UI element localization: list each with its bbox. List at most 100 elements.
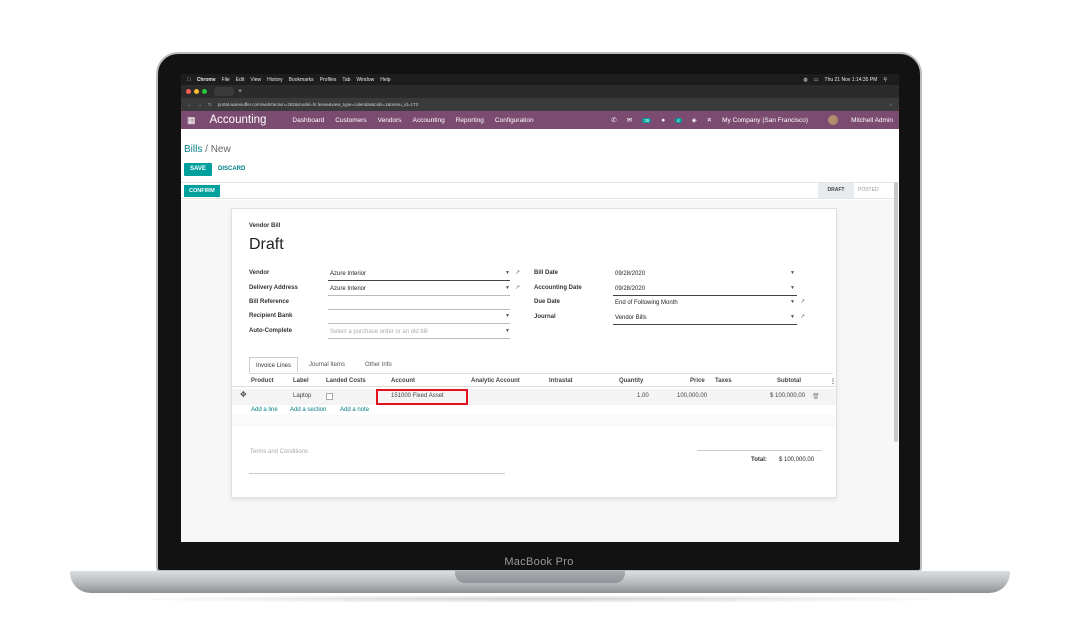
external-link-icon[interactable]: ↗ [515, 269, 520, 276]
vendor-field[interactable]: Azure Interior [330, 271, 366, 277]
menubar-item[interactable]: Chrome [197, 77, 216, 83]
scrollbar[interactable] [894, 182, 898, 442]
auto-complete-field[interactable]: Select a purchase order or an old bill [330, 329, 428, 335]
tab-invoice-lines[interactable]: Invoice Lines [249, 357, 299, 373]
table-row[interactable] [232, 389, 836, 405]
landed-costs-checkbox[interactable] [326, 393, 333, 400]
menubar-item[interactable]: Help [380, 77, 390, 83]
save-button[interactable]: SAVE [184, 163, 212, 176]
column-taxes[interactable]: Taxes [715, 378, 732, 384]
company-switcher[interactable]: My Company (San Francisco) [722, 117, 808, 124]
discard-button[interactable]: DISCARD [218, 163, 245, 176]
menubar-item[interactable]: Window [356, 77, 374, 83]
journal-field[interactable]: Vendor Bills [615, 315, 647, 321]
bill-date-field[interactable]: 09/28/2020 [615, 271, 645, 277]
confirm-button[interactable]: CONFIRM [184, 185, 220, 197]
column-price[interactable]: Price [690, 378, 705, 384]
column-quantity[interactable]: Quantity [619, 378, 643, 384]
form-type-label: Vendor Bill [249, 223, 281, 229]
external-link-icon[interactable]: ↗ [515, 284, 520, 291]
chevron-down-icon[interactable]: ▼ [505, 270, 510, 276]
recipient-bank-field[interactable] [328, 323, 510, 324]
add-section-link[interactable]: Add a section [290, 407, 326, 413]
line-quantity[interactable]: 1.00 [637, 393, 649, 399]
column-subtotal[interactable]: Subtotal [777, 378, 801, 384]
address-input[interactable]: portal.waresuffer.com/web#action=262&mod… [218, 102, 418, 107]
forward-icon[interactable]: → [198, 102, 203, 107]
line-label[interactable]: Laptop [293, 393, 311, 399]
menu-customers[interactable]: Customers [335, 117, 366, 124]
recipient-bank-label: Recipient Bank [249, 313, 293, 319]
chevron-down-icon[interactable]: ▼ [790, 285, 795, 291]
tab-other-info[interactable]: Other Info [365, 357, 392, 373]
macos-menubar:  Chrome File Edit View History Bookmark… [181, 74, 899, 85]
column-landed-costs[interactable]: Landed Costs [326, 378, 366, 384]
chevron-down-icon[interactable]: ▼ [790, 314, 795, 320]
menubar-item[interactable]: History [267, 77, 283, 83]
external-link-icon[interactable]: ↗ [800, 313, 805, 320]
chevron-down-icon[interactable]: ▼ [505, 285, 510, 291]
line-subtotal: $ 100,000.00 [770, 393, 806, 399]
menubar-item[interactable]: View [250, 77, 261, 83]
chevron-down-icon[interactable]: ▼ [790, 299, 795, 305]
menu-configuration[interactable]: Configuration [495, 117, 534, 124]
chevron-down-icon[interactable]: ▼ [790, 270, 795, 276]
breadcrumb-separator: / [205, 144, 208, 155]
stage-posted[interactable]: POSTED [858, 183, 879, 198]
column-product[interactable]: Product [251, 378, 274, 384]
apple-icon[interactable]:  [187, 77, 191, 83]
menubar-clock[interactable]: Thu 21 Nov 1:14:35 PM [825, 77, 878, 83]
menubar-item[interactable]: Tab [342, 77, 350, 83]
delivery-address-field[interactable]: Azure Interior [330, 286, 366, 292]
bookmark-star-icon[interactable]: ☆ [889, 102, 893, 108]
menu-accounting[interactable]: Accounting [413, 117, 445, 124]
browser-tab[interactable] [214, 87, 234, 96]
menu-vendors[interactable]: Vendors [378, 117, 402, 124]
column-intrastat[interactable]: Intrastat [549, 378, 573, 384]
app-name[interactable]: Accounting [210, 114, 267, 126]
tab-journal-items[interactable]: Journal Items [309, 357, 345, 373]
chevron-down-icon[interactable]: ▼ [505, 328, 510, 334]
user-menu[interactable]: Mitchell Admin [818, 115, 893, 125]
column-label[interactable]: Label [293, 378, 309, 384]
menu-reporting[interactable]: Reporting [456, 117, 484, 124]
maximize-window-icon[interactable] [202, 89, 207, 94]
column-options-icon[interactable]: ⋮ [830, 378, 836, 385]
chevron-down-icon[interactable]: ▼ [505, 313, 510, 319]
apps-menu-icon[interactable]: ▦ [187, 115, 196, 126]
menubar-item[interactable]: File [222, 77, 230, 83]
add-note-link[interactable]: Add a note [340, 407, 369, 413]
battery-icon[interactable]: ▭ [814, 77, 819, 83]
line-price[interactable]: 100,000.00 [677, 393, 707, 399]
breadcrumb-bills[interactable]: Bills [184, 144, 202, 155]
debug-icon[interactable]: ✕ [707, 116, 712, 124]
chat-icon[interactable]: ✉ 35 [627, 116, 652, 124]
trash-icon[interactable]: 🗑 [812, 393, 820, 400]
menubar-item[interactable]: Bookmarks [289, 77, 314, 83]
close-window-icon[interactable] [186, 89, 191, 94]
due-date-field[interactable]: End of Following Month [615, 300, 678, 306]
search-icon[interactable]: ⚲ [883, 77, 887, 83]
menubar-item[interactable]: Profiles [320, 77, 337, 83]
menu-dashboard[interactable]: Dashboard [292, 117, 324, 124]
activity-icon[interactable]: ● 4 [661, 117, 682, 124]
external-link-icon[interactable]: ↗ [800, 298, 805, 305]
bill-reference-field[interactable] [328, 309, 510, 310]
column-account[interactable]: Account [391, 378, 415, 384]
terms-field[interactable]: Terms and Conditions [250, 449, 308, 455]
gift-icon[interactable]: ◈ [692, 116, 697, 124]
column-analytic-account[interactable]: Analytic Account [471, 378, 520, 384]
menubar-item[interactable]: Edit [236, 77, 245, 83]
stage-draft[interactable]: DRAFT [818, 183, 854, 198]
accounting-date-field[interactable]: 09/28/2020 [615, 286, 645, 292]
drag-handle-icon[interactable]: ✥ [240, 390, 247, 399]
new-tab-icon[interactable]: + [238, 88, 242, 95]
wifi-icon[interactable]: ◍ [803, 77, 807, 83]
add-line-link[interactable]: Add a line [251, 407, 278, 413]
back-icon[interactable]: ← [187, 102, 192, 107]
reload-icon[interactable]: ↻ [208, 102, 212, 108]
table-header-line [232, 386, 836, 387]
minimize-window-icon[interactable] [194, 89, 199, 94]
phone-icon[interactable]: ✆ [611, 116, 616, 124]
journal-label: Journal [534, 314, 556, 320]
